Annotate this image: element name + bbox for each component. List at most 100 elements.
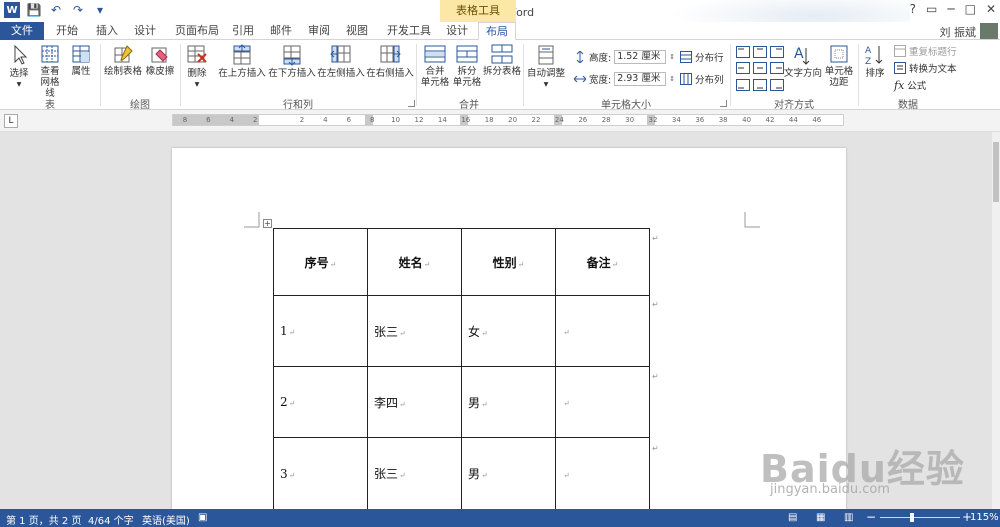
cell-margins-button[interactable]: 单元格 边距 xyxy=(824,44,854,88)
word-count[interactable]: 4/64 个字 xyxy=(88,512,134,527)
table-move-handle[interactable]: + xyxy=(263,219,272,228)
height-spinner-icon[interactable]: ⇕ xyxy=(669,53,675,61)
maximize-button[interactable]: □ xyxy=(965,2,976,16)
table-cell[interactable]: 女↵ xyxy=(461,295,556,367)
table-cell[interactable]: 李四↵ xyxy=(367,366,462,438)
properties-button[interactable]: 属性 xyxy=(68,44,94,77)
align-top-center-icon[interactable] xyxy=(753,46,767,58)
read-mode-icon[interactable]: ▤ xyxy=(788,512,797,523)
page-count[interactable]: 第 1 页，共 2 页 xyxy=(6,512,81,527)
align-top-right-icon[interactable] xyxy=(770,46,784,58)
insert-left-button[interactable]: 在左侧插入 xyxy=(317,44,365,79)
formula-button[interactable]: fx 公式 xyxy=(894,78,926,93)
tab-page-layout[interactable]: 页面布局 xyxy=(170,22,224,40)
tab-design[interactable]: 设计 xyxy=(130,22,160,40)
ruler-tick-label: 2 xyxy=(252,116,258,124)
align-bottom-right-icon[interactable] xyxy=(770,78,784,91)
text-direction-button[interactable]: A 文字方向 xyxy=(784,44,822,79)
close-button[interactable]: ✕ xyxy=(986,2,996,16)
table-cell[interactable]: 张三↵ xyxy=(367,295,462,367)
horizontal-ruler[interactable]: 8 6 4 2 2 4 6 8 10 12 14 16 18 20 22 24 26 28 30 32 34 36 38 40… xyxy=(172,114,844,126)
minimize-button[interactable]: ─ xyxy=(947,2,954,16)
table-header-cell[interactable]: 序号↵ xyxy=(273,228,368,296)
ribbon-display-button[interactable]: ▭ xyxy=(926,2,937,16)
split-cells-button[interactable]: 拆分 单元格 xyxy=(452,44,482,88)
document-table[interactable]: 序号↵ 姓名↵ 性别↵ 备注↵ 1↵ 张三↵ 女↵ ↵ 2↵ 李四↵ 男↵ ↵ … xyxy=(273,228,650,510)
table-header-cell[interactable]: 姓名↵ xyxy=(367,228,462,296)
table-cell[interactable]: ↵ xyxy=(555,295,650,367)
tab-table-layout[interactable]: 布局 xyxy=(478,22,516,40)
zoom-level[interactable]: 115% xyxy=(970,512,999,523)
table-cell[interactable]: 男↵ xyxy=(461,366,556,438)
table-header-cell[interactable]: 备注↵ xyxy=(555,228,650,296)
autofit-button[interactable]: 自动调整 ▾ xyxy=(526,44,566,90)
table-cell[interactable]: 3↵ xyxy=(273,437,368,510)
draw-table-button[interactable]: 绘制表格 xyxy=(104,44,142,77)
row-height-input[interactable]: 1.52 厘米 xyxy=(614,50,667,64)
split-table-button[interactable]: 拆分表格 xyxy=(483,44,521,77)
eraser-button[interactable]: 橡皮擦 xyxy=(144,44,176,77)
table-cell[interactable]: 2↵ xyxy=(273,366,368,438)
ruler-tick-label: 6 xyxy=(346,116,352,124)
repeat-header-button[interactable]: 重复标题行 xyxy=(894,44,957,58)
distribute-cols-button[interactable]: 分布列 xyxy=(680,72,724,86)
select-button[interactable]: 选择 ▾ xyxy=(6,44,32,90)
align-middle-left-icon[interactable] xyxy=(736,62,750,75)
scrollbar-thumb[interactable] xyxy=(993,142,999,202)
insert-left-icon xyxy=(330,45,351,63)
macro-record-icon[interactable]: ▣ xyxy=(198,512,207,523)
eraser-icon xyxy=(151,47,168,63)
convert-to-text-button[interactable]: 转换为文本 xyxy=(894,61,957,75)
align-middle-right-icon[interactable] xyxy=(770,62,784,75)
baidu-watermark-url: jingyan.baidu.com xyxy=(770,482,890,497)
split-table-icon xyxy=(491,44,513,64)
table-cell[interactable]: 1↵ xyxy=(273,295,368,367)
avatar[interactable] xyxy=(980,23,998,39)
insert-below-button[interactable]: 在下方插入 xyxy=(268,44,316,79)
rows-cols-dialog-launcher[interactable] xyxy=(408,100,415,107)
width-spinner-icon[interactable]: ⇕ xyxy=(669,75,675,83)
view-gridlines-button[interactable]: 查看 网格线 xyxy=(36,44,64,99)
tab-insert[interactable]: 插入 xyxy=(92,22,122,40)
distribute-rows-button[interactable]: 分布行 xyxy=(680,50,724,64)
zoom-slider[interactable] xyxy=(880,517,960,518)
web-layout-icon[interactable]: ▥ xyxy=(844,512,853,523)
tab-developer[interactable]: 开发工具 xyxy=(384,22,434,40)
cell-size-dialog-launcher[interactable] xyxy=(720,100,727,107)
insert-below-icon xyxy=(283,45,301,66)
print-layout-icon[interactable]: ▦ xyxy=(816,512,825,523)
table-row: 1↵ 张三↵ 女↵ ↵ xyxy=(273,295,650,367)
tab-review[interactable]: 审阅 xyxy=(304,22,334,40)
user-name[interactable]: 刘 振斌 xyxy=(940,24,977,40)
delete-button[interactable]: 删除 ▾ xyxy=(184,44,210,90)
tab-references[interactable]: 引用 xyxy=(228,22,258,40)
column-width-input[interactable]: 2.93 厘米 xyxy=(614,72,667,86)
insert-right-button[interactable]: 在右侧插入 xyxy=(366,44,414,79)
ruler-tick-label: 12 xyxy=(414,116,424,124)
merge-cells-button[interactable]: 合并 单元格 xyxy=(420,44,450,88)
table-header-cell[interactable]: 性别↵ xyxy=(461,228,556,296)
tab-file[interactable]: 文件 xyxy=(0,22,44,40)
ruler-tick-label: 4 xyxy=(323,116,328,124)
group-label-align: 对齐方式 xyxy=(774,100,814,111)
table-cell[interactable]: 张三↵ xyxy=(367,437,462,510)
zoom-slider-thumb[interactable] xyxy=(910,513,914,522)
table-cell[interactable]: ↵ xyxy=(555,366,650,438)
align-bottom-left-icon[interactable] xyxy=(736,78,750,91)
sort-button[interactable]: AZ 排序 xyxy=(862,44,888,79)
table-cell[interactable]: 男↵ xyxy=(461,437,556,510)
ribbon-tab-bar: 文件 开始 插入 设计 页面布局 引用 邮件 审阅 视图 开发工具 设计 布局 … xyxy=(0,22,1000,40)
align-middle-center-icon[interactable] xyxy=(753,62,767,75)
language-indicator[interactable]: 英语(美国) xyxy=(142,512,190,527)
insert-above-button[interactable]: 在上方插入 xyxy=(218,44,266,79)
tab-mailings[interactable]: 邮件 xyxy=(266,22,296,40)
help-button[interactable]: ? xyxy=(910,2,916,16)
zoom-out-button[interactable]: − xyxy=(866,510,876,524)
table-cell[interactable]: ↵ xyxy=(555,437,650,510)
align-top-left-icon[interactable] xyxy=(736,46,750,58)
tab-table-design[interactable]: 设计 xyxy=(442,22,472,40)
align-bottom-center-icon[interactable] xyxy=(753,78,767,91)
tab-home[interactable]: 开始 xyxy=(52,22,82,40)
tab-selector[interactable]: L xyxy=(4,114,18,128)
tab-view[interactable]: 视图 xyxy=(342,22,372,40)
